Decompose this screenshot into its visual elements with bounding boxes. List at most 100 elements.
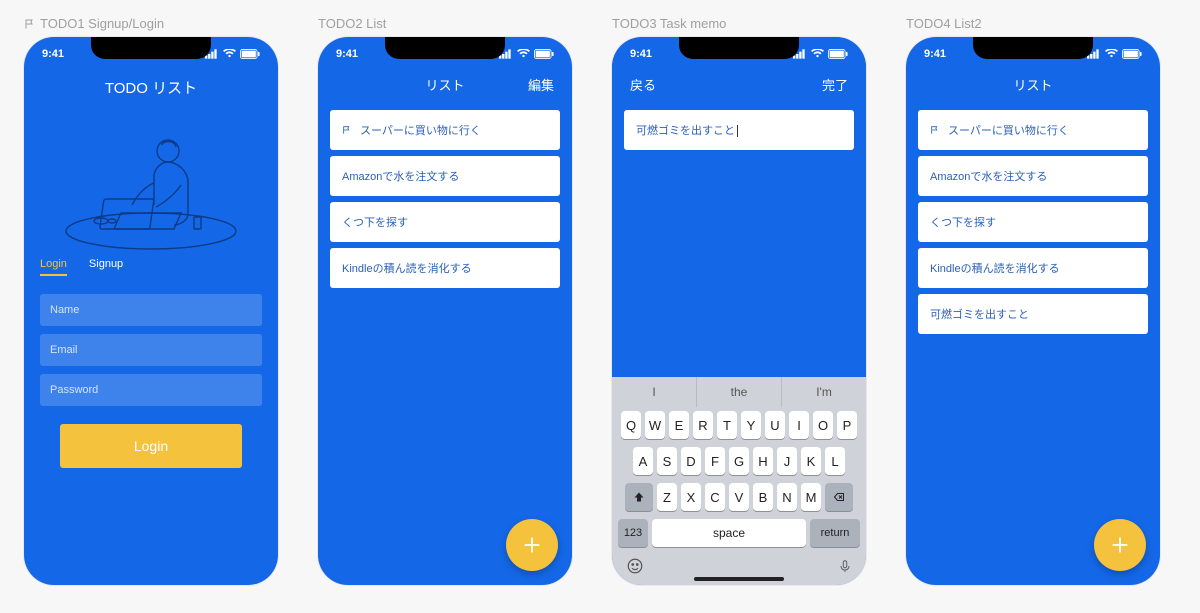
return-key[interactable]: return xyxy=(810,519,860,547)
tab-login[interactable]: Login xyxy=(40,258,67,276)
key[interactable]: K xyxy=(801,447,821,475)
keyboard: I the I'm Q W E R T Y U I O P A xyxy=(612,377,866,585)
list-item[interactable]: 可燃ゴミを出すこと xyxy=(918,294,1148,334)
key[interactable]: V xyxy=(729,483,749,511)
key[interactable]: D xyxy=(681,447,701,475)
add-task-button[interactable] xyxy=(1094,519,1146,571)
list-item-label: スーパーに買い物に行く xyxy=(360,122,481,138)
key[interactable]: L xyxy=(825,447,845,475)
plus-icon xyxy=(1109,534,1131,556)
key[interactable]: W xyxy=(645,411,665,439)
list-item[interactable]: Amazonで水を注文する xyxy=(918,156,1148,196)
key[interactable]: T xyxy=(717,411,737,439)
key[interactable]: G xyxy=(729,447,749,475)
nav-edit-button[interactable]: 編集 xyxy=(510,75,554,94)
key[interactable]: S xyxy=(657,447,677,475)
list-item-label: くつ下を探す xyxy=(930,214,996,230)
nav-done-button[interactable]: 完了 xyxy=(804,75,848,94)
key[interactable]: Z xyxy=(657,483,677,511)
key[interactable]: E xyxy=(669,411,689,439)
key[interactable]: C xyxy=(705,483,725,511)
key[interactable]: N xyxy=(777,483,797,511)
key[interactable]: I xyxy=(789,411,809,439)
name-field[interactable]: Name xyxy=(40,294,262,326)
key[interactable]: P xyxy=(837,411,857,439)
keyboard-row: A S D F G H J K L xyxy=(612,443,866,479)
notch xyxy=(973,37,1093,59)
keyboard-row: Z X C V B N M xyxy=(612,479,866,515)
notch xyxy=(91,37,211,59)
suggestion[interactable]: I'm xyxy=(782,377,866,407)
list-item[interactable]: くつ下を探す xyxy=(330,202,560,242)
wifi-icon xyxy=(1105,49,1118,59)
text-caret xyxy=(737,125,738,137)
email-field[interactable]: Email xyxy=(40,334,262,366)
list-item[interactable]: Amazonで水を注文する xyxy=(330,156,560,196)
battery-icon xyxy=(828,49,848,59)
flag-icon xyxy=(24,18,36,30)
battery-icon xyxy=(534,49,554,59)
key[interactable]: F xyxy=(705,447,725,475)
key[interactable]: U xyxy=(765,411,785,439)
tab-signup[interactable]: Signup xyxy=(89,258,123,276)
phone-list: 9:41 リスト 編集 スーパーに買い物に行く Amazonで水を注文する くつ… xyxy=(318,37,572,585)
key[interactable]: Q xyxy=(621,411,641,439)
keyboard-row: Q W E R T Y U I O P xyxy=(612,407,866,443)
list-item-label: くつ下を探す xyxy=(342,214,408,230)
nav-bar: 戻る 完了 xyxy=(612,71,866,104)
list-item[interactable]: Kindleの積ん読を消化する xyxy=(918,248,1148,288)
nav-bar: リスト 編集 xyxy=(318,71,572,104)
emoji-icon[interactable] xyxy=(626,557,644,575)
key[interactable]: O xyxy=(813,411,833,439)
phone-list2: 9:41 リスト スーパーに買い物に行く Amazonで水を注文する くつ下を探… xyxy=(906,37,1160,585)
notch xyxy=(385,37,505,59)
password-field[interactable]: Password xyxy=(40,374,262,406)
key[interactable]: R xyxy=(693,411,713,439)
phone-task-memo: 9:41 戻る 完了 可燃ゴミを出すこと I xyxy=(612,37,866,585)
wifi-icon xyxy=(517,49,530,59)
memo-input[interactable]: 可燃ゴミを出すこと xyxy=(624,110,854,150)
home-indicator xyxy=(694,577,784,581)
numeric-key[interactable]: 123 xyxy=(618,519,648,547)
list-item[interactable]: Kindleの積ん読を消化する xyxy=(330,248,560,288)
suggestion[interactable]: I xyxy=(612,377,697,407)
space-key[interactable]: space xyxy=(652,519,806,547)
key[interactable]: J xyxy=(777,447,797,475)
frame-label-3: TODO3 Task memo xyxy=(612,16,866,31)
key[interactable]: B xyxy=(753,483,773,511)
frame-label-1: TODO1 Signup/Login xyxy=(24,16,278,31)
shift-key[interactable] xyxy=(625,483,653,511)
key[interactable]: M xyxy=(801,483,821,511)
flag-icon xyxy=(930,125,940,135)
key[interactable]: X xyxy=(681,483,701,511)
status-time: 9:41 xyxy=(630,48,652,60)
login-illustration xyxy=(24,108,278,258)
wifi-icon xyxy=(811,49,824,59)
suggestion[interactable]: the xyxy=(697,377,782,407)
app-title: TODO リスト xyxy=(24,71,278,108)
login-button[interactable]: Login xyxy=(60,424,242,468)
list-item[interactable]: スーパーに買い物に行く xyxy=(918,110,1148,150)
nav-back-button[interactable]: 戻る xyxy=(630,75,674,94)
nav-title: リスト xyxy=(380,75,510,94)
list-item[interactable]: スーパーに買い物に行く xyxy=(330,110,560,150)
key[interactable]: Y xyxy=(741,411,761,439)
key[interactable]: H xyxy=(753,447,773,475)
notch xyxy=(679,37,799,59)
status-time: 9:41 xyxy=(924,48,946,60)
nav-bar: リスト xyxy=(906,71,1160,104)
memo-input-text: 可燃ゴミを出すこと xyxy=(636,125,735,137)
mic-icon[interactable] xyxy=(838,557,852,575)
frame-label-text: TODO1 Signup/Login xyxy=(40,16,164,31)
add-task-button[interactable] xyxy=(506,519,558,571)
wifi-icon xyxy=(223,49,236,59)
key[interactable]: A xyxy=(633,447,653,475)
battery-icon xyxy=(1122,49,1142,59)
list-item[interactable]: くつ下を探す xyxy=(918,202,1148,242)
status-icons xyxy=(793,49,848,59)
status-icons xyxy=(205,49,260,59)
auth-tabs: Login Signup xyxy=(24,258,278,286)
person-laptop-illustration xyxy=(56,113,246,253)
backspace-key[interactable] xyxy=(825,483,853,511)
status-bar: 9:41 xyxy=(24,37,278,71)
